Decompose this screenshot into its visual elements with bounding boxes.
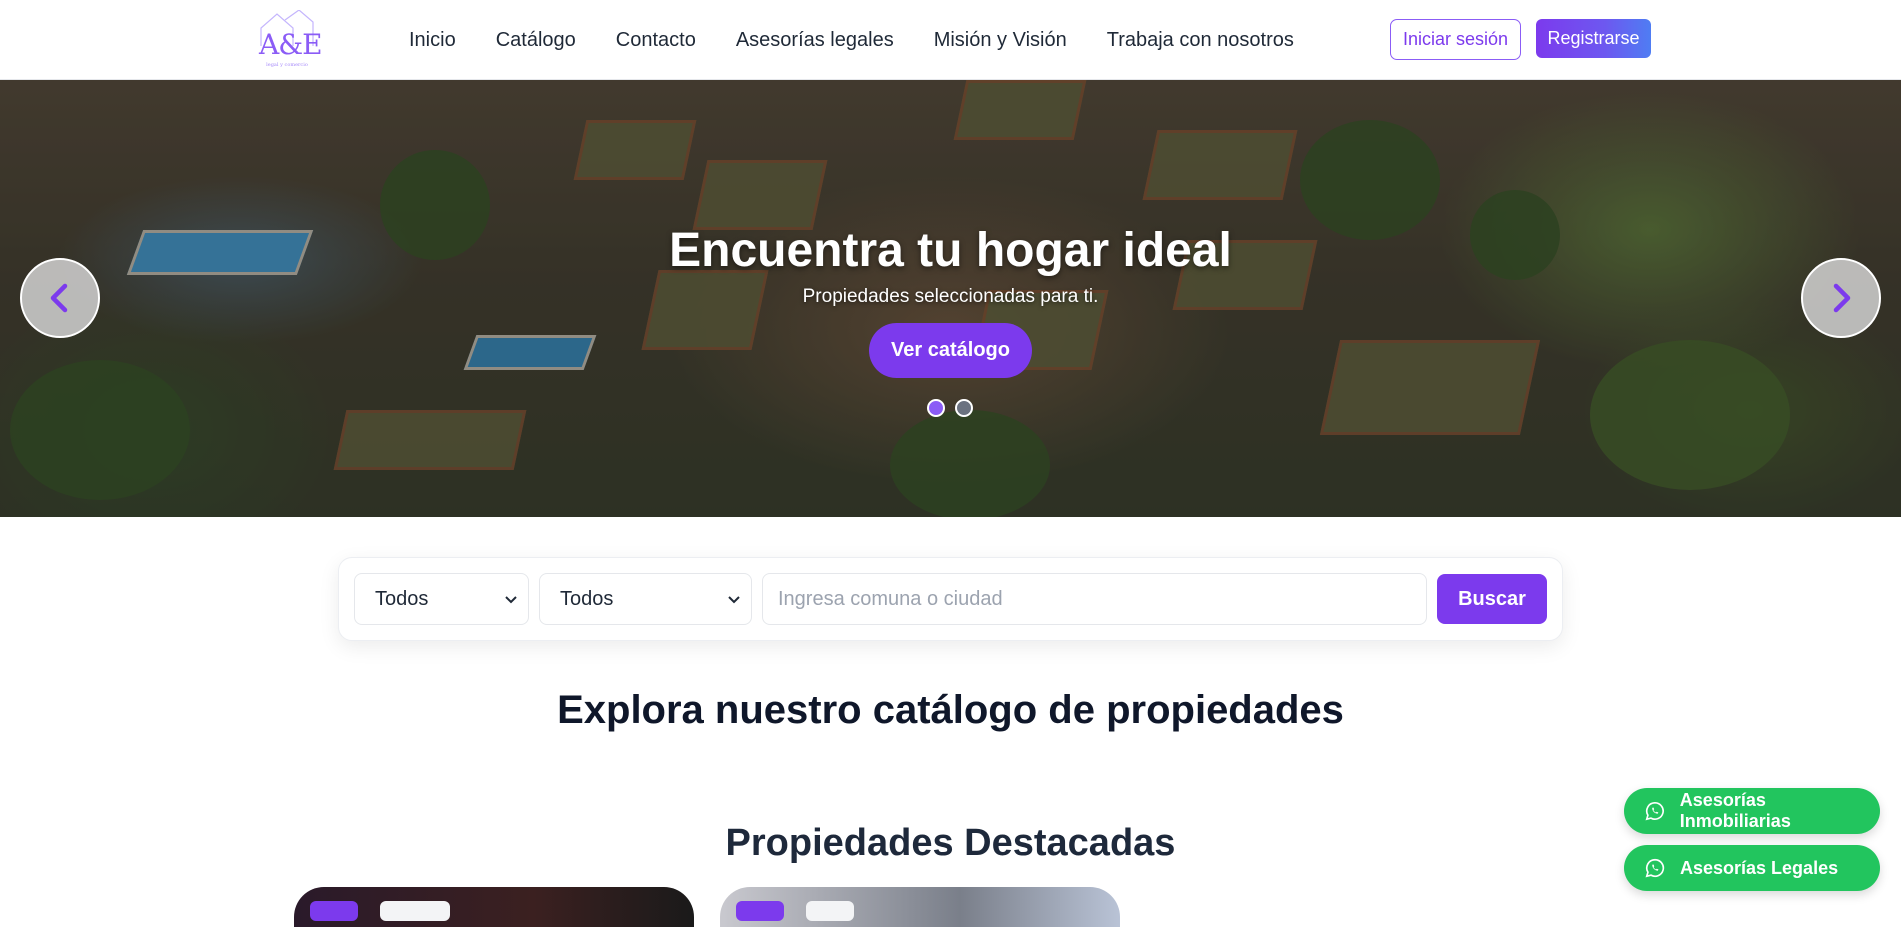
nav-mision-vision[interactable]: Misión y Visión <box>934 29 1067 52</box>
carousel-dot-2[interactable] <box>955 399 973 417</box>
nav-catalogo[interactable]: Catálogo <box>496 29 576 52</box>
property-card[interactable] <box>294 887 694 927</box>
whatsapp-icon <box>1645 802 1664 821</box>
chevron-down-icon <box>505 596 517 604</box>
chevron-right-icon <box>1833 283 1851 313</box>
search-bar: Todos Todos Ingresa comuna o ciudad Busc… <box>338 557 1563 641</box>
login-button[interactable]: Iniciar sesión <box>1390 19 1521 60</box>
nav-trabaja-con-nosotros[interactable]: Trabaja con nosotros <box>1107 29 1294 52</box>
logo-subtitle: legal y comercio <box>266 62 308 68</box>
location-search-input[interactable]: Ingresa comuna o ciudad <box>762 573 1427 625</box>
logo-text: A&E <box>259 28 323 61</box>
operation-type-value: Todos <box>560 587 614 610</box>
property-type-select[interactable]: Todos <box>354 573 529 625</box>
catalog-heading: Explora nuestro catálogo de propiedades <box>557 688 1344 732</box>
carousel-prev-button[interactable] <box>20 258 100 338</box>
nav-contacto[interactable]: Contacto <box>616 29 696 52</box>
whatsapp-real-estate-button[interactable]: Asesorías Inmobiliarias <box>1624 788 1880 834</box>
brand-logo[interactable]: A&E legal y comercio <box>255 10 323 68</box>
carousel-dot-1[interactable] <box>927 399 945 417</box>
nav-asesorias-legales[interactable]: Asesorías legales <box>736 29 894 52</box>
price-badge <box>806 901 854 921</box>
operation-type-select[interactable]: Todos <box>539 573 752 625</box>
navbar: A&E legal y comercio Inicio Catálogo Con… <box>0 0 1901 80</box>
carousel-next-button[interactable] <box>1801 258 1881 338</box>
main-nav: Inicio Catálogo Contacto Asesorías legal… <box>409 0 1294 80</box>
featured-heading: Propiedades Destacadas <box>725 822 1176 864</box>
location-placeholder: Ingresa comuna o ciudad <box>778 587 1003 610</box>
register-button[interactable]: Registrarse <box>1536 19 1651 58</box>
view-catalog-button[interactable]: Ver catálogo <box>869 323 1032 378</box>
whatsapp-real-estate-label: Asesorías Inmobiliarias <box>1679 790 1791 831</box>
hero-title: Encuentra tu hogar ideal <box>669 224 1232 277</box>
whatsapp-icon <box>1645 858 1665 878</box>
price-badge <box>380 901 450 921</box>
property-type-value: Todos <box>375 587 429 610</box>
chevron-down-icon <box>728 596 740 604</box>
nav-inicio[interactable]: Inicio <box>409 29 456 52</box>
hero-carousel: Encuentra tu hogar ideal Propiedades sel… <box>0 80 1901 517</box>
chevron-left-icon <box>50 283 68 313</box>
status-badge <box>310 901 358 921</box>
property-card[interactable] <box>720 887 1120 927</box>
whatsapp-legal-label: Asesorías Legales <box>1680 857 1839 878</box>
status-badge <box>736 901 784 921</box>
search-button[interactable]: Buscar <box>1437 574 1547 624</box>
whatsapp-legal-button[interactable]: Asesorías Legales <box>1624 845 1880 891</box>
hero-subtitle: Propiedades seleccionadas para ti. <box>802 286 1099 307</box>
